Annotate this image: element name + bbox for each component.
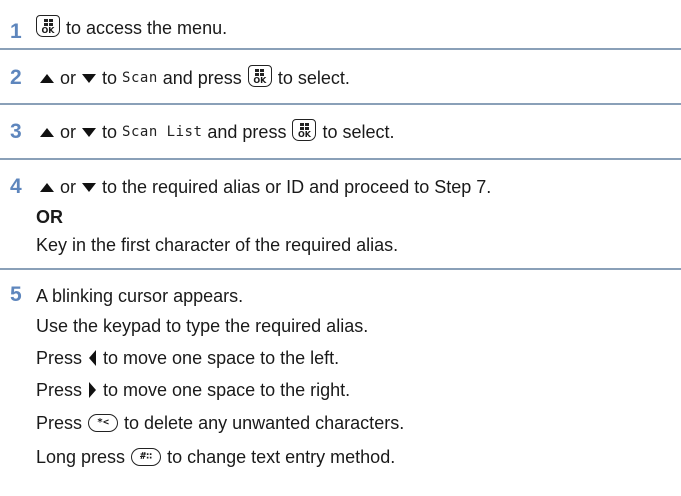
step-5-delete-line: Press *< to delete any unwanted characte…: [36, 411, 404, 435]
step-4-line: or to the required alias or ID and proce…: [36, 175, 491, 199]
step-4-text: to the required alias or ID and proceed …: [102, 177, 492, 197]
hash-key-icon: #∷: [131, 448, 162, 466]
star-delete-key-icon: *<: [88, 414, 119, 432]
or-label: OR: [36, 207, 63, 227]
or-text: or: [60, 122, 77, 142]
down-arrow-icon: [82, 127, 97, 137]
ok-menu-key-icon: OK: [36, 15, 60, 37]
right-text: to move one space to the right.: [103, 380, 351, 400]
to-text: to: [102, 68, 118, 88]
or-text: or: [60, 68, 77, 88]
to-select-text: to select.: [277, 68, 350, 88]
step-5-line-2: Use the keypad to type the required alia…: [36, 316, 369, 336]
step-2-line: or to Scan and press OK to select.: [36, 65, 350, 90]
left-arrow-icon: [89, 350, 97, 366]
right-arrow-icon: [89, 382, 97, 398]
divider: [0, 103, 681, 105]
step-5-hash-line: Long press #∷ to change text entry metho…: [36, 445, 395, 469]
down-arrow-icon: [82, 182, 97, 192]
step-number: 4: [10, 175, 22, 198]
delete-text: to delete any unwanted characters.: [124, 413, 405, 433]
divider: [0, 48, 681, 50]
step-5-left-line: Press to move one space to the left.: [36, 346, 339, 370]
ok-menu-key-icon: OK: [292, 119, 317, 141]
to-text: to: [102, 122, 118, 142]
press-text: Press: [36, 380, 83, 400]
step-5-line-1: A blinking cursor appears.: [36, 286, 244, 306]
step-3-line: or to Scan List and press OK to select.: [36, 119, 395, 144]
left-text: to move one space to the left.: [103, 348, 340, 368]
press-text: Press: [36, 348, 83, 368]
step-1-text: to access the menu.: [66, 18, 228, 38]
step-number: 5: [10, 283, 22, 306]
or-text: or: [60, 177, 77, 197]
up-arrow-icon: [40, 182, 54, 192]
menu-item-scan-list: Scan List: [122, 124, 203, 140]
step-5-right-line: Press to move one space to the right.: [36, 378, 350, 402]
divider: [0, 268, 681, 270]
up-arrow-icon: [40, 73, 54, 83]
step-1-line: OK to access the menu.: [36, 15, 228, 40]
divider: [0, 158, 681, 160]
ok-menu-key-icon: OK: [247, 65, 272, 87]
up-arrow-icon: [40, 127, 54, 137]
menu-item-scan: Scan: [122, 70, 158, 86]
and-press-text: and press: [207, 122, 287, 142]
press-text: Press: [36, 413, 83, 433]
step-number: 1: [10, 20, 22, 43]
step-number: 3: [10, 120, 22, 143]
hash-text: to change text entry method.: [167, 447, 396, 467]
step-number: 2: [10, 66, 22, 89]
down-arrow-icon: [82, 73, 97, 83]
and-press-text: and press: [162, 68, 242, 88]
step-4-alt-text: Key in the first character of the requir…: [36, 235, 399, 255]
long-press-text: Long press: [36, 447, 126, 467]
to-select-text: to select.: [322, 122, 395, 142]
